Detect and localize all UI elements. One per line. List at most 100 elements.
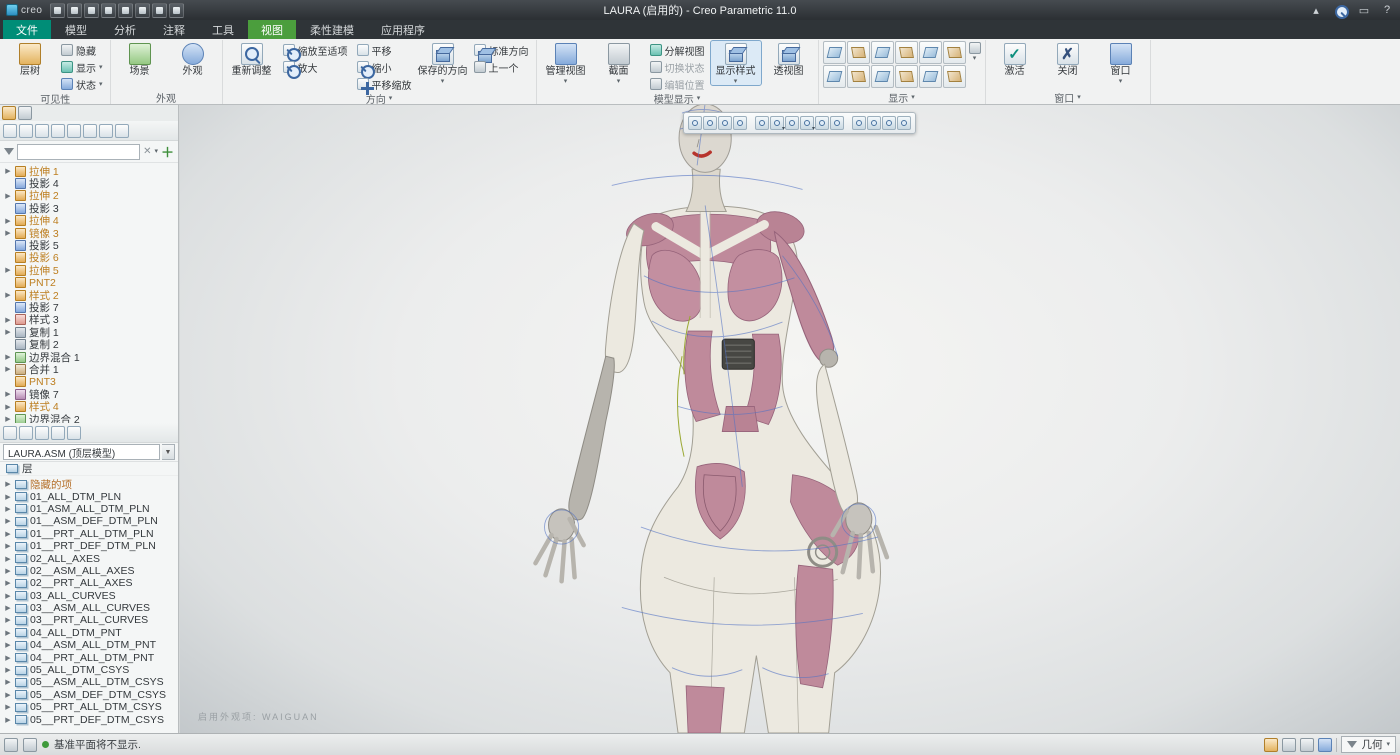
show-button[interactable]: 显示 ▾ <box>58 59 106 75</box>
viewport-tool-icon[interactable] <box>867 116 881 130</box>
layer-tree-item[interactable]: ▶ 02__PRT_ALL_AXES <box>2 577 178 589</box>
group-label-window[interactable]: 窗口 ▾ <box>990 91 1146 104</box>
expand-arrow-icon[interactable]: ▶ <box>4 691 12 699</box>
selection-filter[interactable]: 几何 ▾ <box>1341 736 1396 753</box>
expand-arrow-icon[interactable]: ▶ <box>4 716 12 724</box>
graphics-area[interactable]: 启用外观项: WAIGUAN <box>179 105 1400 733</box>
explode-view-button[interactable]: 分解视图 <box>647 42 708 58</box>
layer-tree-item[interactable]: ▶ 01__PRT_ALL_DTM_PLN <box>2 528 178 540</box>
layer-tree-item[interactable]: ▶ 03_ALL_CURVES <box>2 590 178 602</box>
ribbon-tab[interactable]: 文件 <box>3 20 51 39</box>
filter-funnel-icon[interactable] <box>4 148 14 155</box>
tree-toolbar-icon[interactable] <box>19 124 33 138</box>
model-player-icon[interactable] <box>1264 738 1278 752</box>
layer-tree-item[interactable]: ▶ 01_ALL_DTM_PLN <box>2 490 178 502</box>
status-button[interactable]: 状态 ▾ <box>58 76 106 92</box>
clear-filter-icon[interactable]: ✕ <box>143 146 151 157</box>
layer-model-combo[interactable]: LAURA.ASM (顶层模型) <box>3 444 160 460</box>
datum-toggle-icon[interactable] <box>847 65 870 88</box>
group-label-show[interactable]: 显示 ▾ <box>823 91 981 104</box>
expand-arrow-icon[interactable]: ▶ <box>4 480 12 488</box>
sections-button[interactable]: 截面 ▾ <box>594 41 644 85</box>
layer-tree-item[interactable]: ▶ 04__PRT_ALL_DTM_PNT <box>2 651 178 663</box>
zoom-to-selected-button[interactable]: 缩放至适项 <box>280 42 351 58</box>
expand-arrow-icon[interactable]: ▶ <box>4 579 12 587</box>
close-window-button[interactable]: ✗ 关闭 <box>1043 41 1093 77</box>
layer-tree-item[interactable]: ▶ 03__ASM_ALL_CURVES <box>2 602 178 614</box>
expand-arrow-icon[interactable]: ▶ <box>4 530 12 538</box>
search-icon[interactable] <box>1332 2 1348 18</box>
standard-orientation-button[interactable]: 标准方向 <box>471 42 532 58</box>
window-layout-icon[interactable] <box>1300 738 1314 752</box>
ribbon-tab[interactable]: 模型 <box>52 20 100 39</box>
viewport-tool-icon[interactable] <box>852 116 866 130</box>
ribbon-tab[interactable]: 分析 <box>101 20 149 39</box>
layer-toolbar-icon[interactable] <box>51 426 65 440</box>
chevron-down-icon[interactable]: ▾ <box>154 148 158 155</box>
pan-zoom-button[interactable]: 平移缩放 <box>354 76 415 92</box>
zoom-in-button[interactable]: 放大 <box>280 59 351 75</box>
model-tree-item[interactable]: ▶ 边界混合 2 <box>2 413 178 423</box>
expand-arrow-icon[interactable]: ▶ <box>4 493 12 501</box>
expand-arrow-icon[interactable]: ▶ <box>4 555 12 563</box>
layer-tree-item[interactable]: ▶ 01_ASM_ALL_DTM_PLN <box>2 503 178 515</box>
layer-tree-item[interactable]: ▶ 05__ASM_ALL_DTM_CSYS <box>2 676 178 688</box>
datum-toggle-icon[interactable] <box>871 65 894 88</box>
model-tree-tab-icon[interactable] <box>2 106 16 120</box>
tree-filter-input[interactable] <box>17 144 140 160</box>
window-style-icon[interactable]: ▭ <box>1357 3 1371 17</box>
layer-tree-item[interactable]: ▶ 05_ALL_DTM_CSYS <box>2 664 178 676</box>
add-filter-icon[interactable]: ＋ <box>161 142 174 161</box>
viewport-tool-icon[interactable] <box>755 116 769 130</box>
tree-toolbar-icon[interactable] <box>83 124 97 138</box>
expand-arrow-icon[interactable]: ▶ <box>4 629 12 637</box>
tree-toolbar-icon[interactable] <box>115 124 129 138</box>
switch-state-button[interactable]: 切换状态 <box>647 59 708 75</box>
ribbon-tab[interactable]: 注释 <box>150 20 198 39</box>
viewport-tool-icon[interactable] <box>800 116 814 130</box>
group-label-orientation[interactable]: 方向 ▾ <box>227 92 532 105</box>
expand-arrow-icon[interactable]: ▶ <box>4 415 12 423</box>
viewport-tool-icon[interactable] <box>882 116 896 130</box>
expand-arrow-icon[interactable]: ▶ <box>4 604 12 612</box>
expand-arrow-icon[interactable]: ▶ <box>4 403 12 411</box>
datum-toggle-icon[interactable] <box>823 41 846 64</box>
expand-arrow-icon[interactable]: ▶ <box>4 316 12 324</box>
3d-model[interactable] <box>180 105 1400 733</box>
viewport-tool-icon[interactable] <box>815 116 829 130</box>
appearances-button[interactable]: 外观 <box>168 41 218 77</box>
quick-access-icon[interactable] <box>50 3 65 18</box>
layer-tree-item[interactable]: ▶ 02_ALL_AXES <box>2 552 178 564</box>
combo-dropdown-icon[interactable]: ▼ <box>162 444 175 460</box>
message-log-icon[interactable] <box>4 738 18 752</box>
ribbon-tab[interactable]: 应用程序 <box>368 20 438 39</box>
layer-tree-item[interactable]: ▶ 02__ASM_ALL_AXES <box>2 565 178 577</box>
datum-toggle-icon[interactable] <box>871 41 894 64</box>
layer-toolbar-icon[interactable] <box>35 426 49 440</box>
layer-tree-item[interactable]: ▶ 03__PRT_ALL_CURVES <box>2 614 178 626</box>
quick-access-icon[interactable] <box>101 3 116 18</box>
datum-toggle-icon[interactable] <box>943 65 966 88</box>
layer-tree-item[interactable]: ▶ 01__ASM_DEF_DTM_PLN <box>2 515 178 527</box>
model-tree-item[interactable]: ▶ 拉伸 5 <box>2 264 178 276</box>
quick-access-icon[interactable] <box>118 3 133 18</box>
expand-arrow-icon[interactable]: ▶ <box>4 678 12 686</box>
expand-arrow-icon[interactable]: ▶ <box>4 517 12 525</box>
expand-arrow-icon[interactable]: ▶ <box>4 592 12 600</box>
chevron-down-icon[interactable]: ▾ <box>969 55 981 62</box>
datum-toggle-icon[interactable] <box>895 65 918 88</box>
object-list-icon[interactable] <box>1282 738 1296 752</box>
tree-toolbar-icon[interactable] <box>51 124 65 138</box>
quick-access-icon[interactable] <box>152 3 167 18</box>
display-style-button[interactable]: 显示样式 ▾ <box>711 41 761 85</box>
app-logo[interactable]: creo <box>6 4 42 16</box>
layer-toolbar-icon[interactable] <box>3 426 17 440</box>
layer-toolbar-icon[interactable] <box>67 426 81 440</box>
previous-view-button[interactable]: 上一个 <box>471 59 532 75</box>
layer-tree-item[interactable]: ▶ 隐藏的项 <box>2 478 178 490</box>
expand-arrow-icon[interactable]: ▶ <box>4 654 12 662</box>
viewport-tool-icon[interactable] <box>718 116 732 130</box>
quick-access-icon[interactable] <box>84 3 99 18</box>
datum-toggle-icon[interactable] <box>919 65 942 88</box>
ribbon-tab[interactable]: 柔性建模 <box>297 20 367 39</box>
